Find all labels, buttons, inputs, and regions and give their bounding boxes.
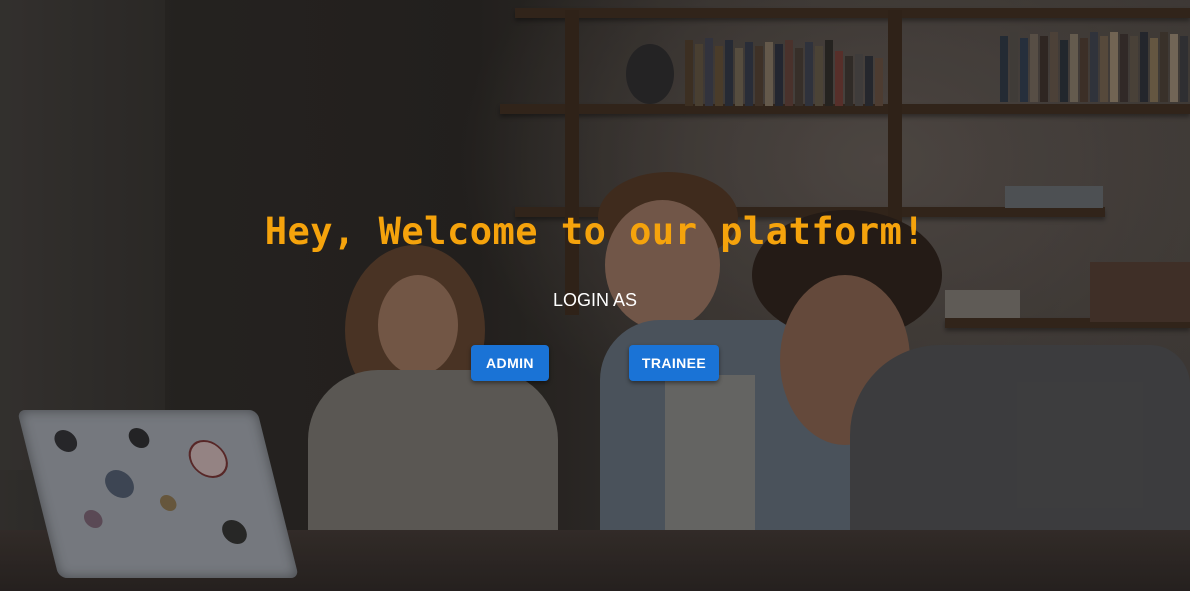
landing-content: Hey, Welcome to our platform! LOGIN AS A… (0, 0, 1190, 591)
admin-login-button[interactable]: ADMIN (471, 345, 549, 381)
welcome-heading: Hey, Welcome to our platform! (264, 210, 926, 253)
trainee-login-button[interactable]: TRAINEE (629, 345, 719, 381)
login-as-label: LOGIN AS (552, 290, 638, 310)
